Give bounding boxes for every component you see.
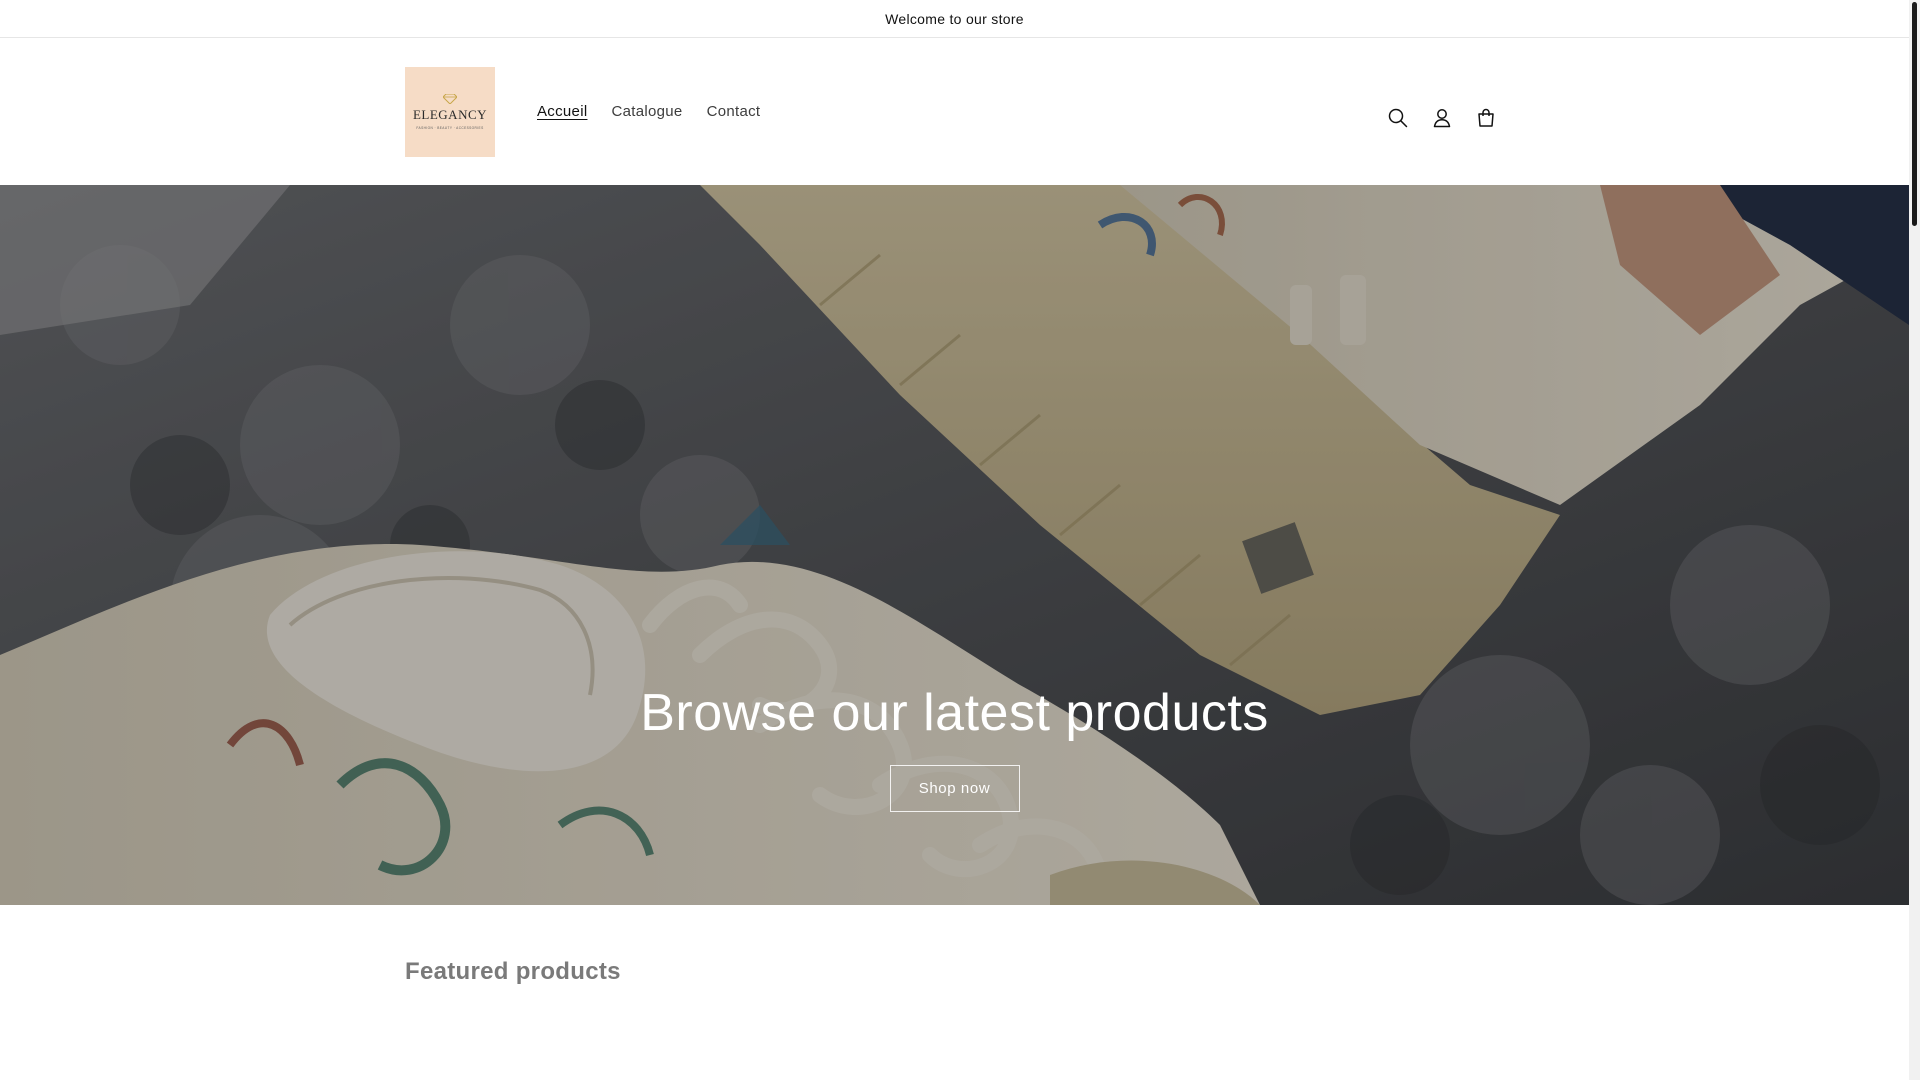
diamond-icon (443, 94, 457, 104)
site-header: ELEGANCY FASHION · BEAUTY · ACCESSORIES … (0, 38, 1909, 185)
hero-content: Browse our latest products Shop now (0, 683, 1909, 812)
nav-item-accueil[interactable]: Accueil (525, 100, 599, 124)
account-icon (1433, 109, 1451, 128)
hero-banner: Browse our latest products Shop now (0, 185, 1909, 905)
search-icon (1388, 108, 1408, 128)
nav-item-contact[interactable]: Contact (695, 100, 773, 124)
cart-button[interactable] (1464, 96, 1508, 140)
featured-products-heading: Featured products (405, 958, 621, 985)
logo-brand: ELEGANCY (412, 107, 488, 122)
hero-heading: Browse our latest products (640, 684, 1269, 742)
account-button[interactable] (1420, 96, 1464, 140)
announcement-bar: Welcome to our store (0, 0, 1909, 38)
nav-item-catalogue[interactable]: Catalogue (599, 100, 694, 124)
shop-now-button[interactable]: Shop now (889, 765, 1020, 812)
main-nav: Accueil Catalogue Contact (525, 100, 772, 124)
cart-icon (1478, 108, 1494, 127)
store-logo[interactable]: ELEGANCY FASHION · BEAUTY · ACCESSORIES (405, 67, 495, 157)
search-button[interactable] (1376, 96, 1420, 140)
logo-tagline: FASHION · BEAUTY · ACCESSORIES (416, 126, 484, 130)
page-scrollbar[interactable] (1909, 0, 1920, 1080)
scrollbar-thumb[interactable] (1912, 2, 1917, 226)
header-icons (1376, 96, 1508, 140)
page: Welcome to our store ELEGANCY FASHION · … (0, 0, 1909, 1080)
announcement-text: Welcome to our store (885, 10, 1024, 27)
